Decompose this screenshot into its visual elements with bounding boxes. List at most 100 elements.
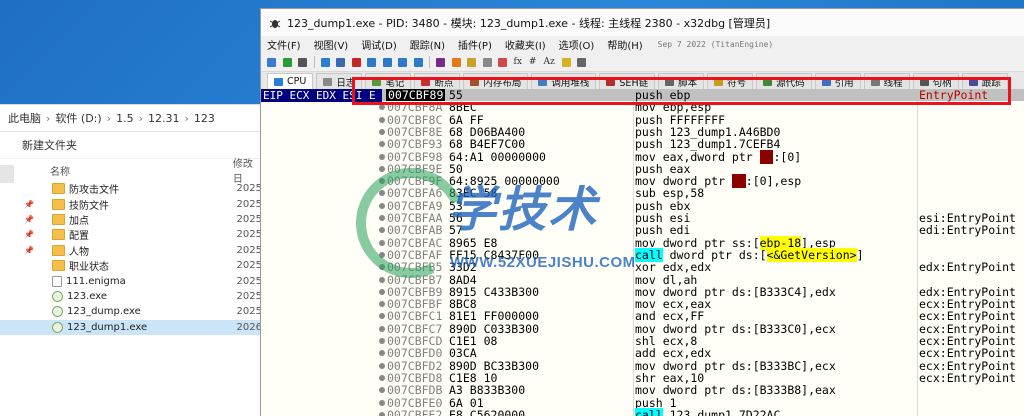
address: 007CBF98 — [387, 149, 443, 164]
toolbar-separator — [313, 56, 315, 68]
menu-debug[interactable]: 调试(D) — [361, 37, 397, 52]
run-icon[interactable] — [320, 57, 330, 67]
pin-icon[interactable]: 📌 — [24, 230, 34, 239]
breadcrumb-item[interactable]: 123 — [194, 112, 215, 125]
bulb-icon[interactable] — [561, 57, 571, 67]
list-item[interactable]: 防攻击文件 2025 — [0, 181, 262, 196]
breakpoint-dot[interactable] — [379, 399, 385, 406]
hash-icon[interactable]: # — [529, 57, 537, 67]
step-into-icon[interactable] — [367, 57, 376, 67]
pencil-icon[interactable] — [451, 57, 461, 67]
list-item[interactable]: 111.enigma 2025 — [0, 273, 262, 288]
file-date: 2025 — [236, 275, 262, 287]
comment: ecx:EntryPoint — [919, 346, 1016, 361]
window-title: 123_dump1.exe - PID: 3480 - 模块: 123_dump… — [287, 16, 771, 30]
pin-icon[interactable]: 📌 — [24, 200, 34, 209]
toolbar-separator — [429, 56, 430, 68]
breakpoint-dot[interactable] — [379, 116, 385, 123]
open-icon[interactable] — [267, 57, 276, 67]
breakpoint-dot[interactable] — [379, 325, 385, 332]
bytes: 03CA — [449, 346, 477, 361]
list-item[interactable]: 123_dump.exe 2025 — [0, 304, 262, 319]
address: 007CBFE0 — [387, 395, 443, 410]
heart-icon[interactable] — [498, 57, 507, 67]
breadcrumb-item[interactable]: 12.31 — [148, 112, 180, 125]
breakpoint-dot[interactable] — [379, 387, 385, 394]
pin-icon[interactable]: 📌 — [24, 215, 34, 224]
menu-file[interactable]: 文件(F) — [267, 37, 301, 52]
disasm-row[interactable]: 007CBFD0 03CA add ecx,edx ecx:EntryPoint — [261, 346, 1024, 361]
menu-trace[interactable]: 跟踪(N) — [410, 37, 445, 52]
disasm-row[interactable]: 007CBFC1 81E1 FF000000 and ecx,FF ecx:Entry… — [261, 310, 1024, 323]
restart-icon[interactable] — [282, 57, 292, 67]
breakpoint-dot[interactable] — [379, 374, 385, 381]
new-folder-button[interactable]: 新建文件夹 — [22, 137, 77, 153]
gear-icon[interactable] — [482, 57, 492, 67]
step-over-icon[interactable] — [382, 57, 392, 67]
pause-icon[interactable] — [336, 57, 345, 67]
bytes: 68 B4EF7C00 — [449, 137, 526, 152]
file-date: 2025 — [236, 229, 262, 241]
stop-icon[interactable] — [351, 57, 361, 67]
file-date: 2025 — [236, 306, 262, 318]
list-item[interactable]: 📌 配置 2025 — [0, 227, 262, 242]
file-name: 123_dump1.exe — [67, 321, 148, 333]
breadcrumb[interactable]: 此电脑 › 软件 (D:) › 1.5 › 12.31 › 123 — [0, 105, 262, 132]
file-date: 2025 — [236, 198, 262, 210]
list-item[interactable]: 123.exe 2025 — [0, 289, 262, 304]
menu-options[interactable]: 选项(O) — [559, 37, 595, 52]
nav-pane-selection[interactable] — [0, 165, 14, 183]
list-item[interactable]: 123_dump1.exe 2026 — [0, 319, 262, 335]
breadcrumb-item[interactable]: 软件 (D:) — [55, 110, 101, 126]
chevron-right-icon: › — [106, 111, 112, 125]
breakpoint-dot[interactable] — [379, 411, 385, 416]
breakpoint-dot[interactable] — [379, 104, 385, 111]
patch-icon[interactable] — [467, 57, 476, 67]
file-icon — [52, 275, 62, 287]
list-item[interactable]: 📌 人物 2025 — [0, 243, 262, 258]
list-item[interactable]: 📌 加点 2025 — [0, 212, 262, 227]
folder-icon — [52, 244, 65, 256]
menu-view[interactable]: 视图(V) — [314, 37, 349, 52]
title-bar[interactable]: 123_dump1.exe - PID: 3480 - 模块: 123_dump… — [261, 9, 1024, 36]
bytes: 64:A1 00000000 — [449, 149, 546, 164]
breakpoint-dot[interactable] — [379, 362, 385, 369]
menu-help[interactable]: 帮助(H) — [607, 37, 642, 52]
bytes: A3 B833B300 — [449, 383, 526, 398]
exe-icon — [52, 290, 63, 302]
disasm-row[interactable]: 007CBFDB A3 B833B300 mov dword ptr ds:[B33… — [261, 384, 1024, 396]
calculator-icon[interactable] — [577, 57, 587, 67]
breakpoint-dot[interactable] — [379, 338, 385, 344]
column-header-name[interactable]: 名称 — [50, 163, 233, 178]
run-to-user-icon[interactable] — [413, 57, 423, 67]
breadcrumb-item[interactable]: 1.5 — [116, 112, 134, 125]
disasm-row[interactable]: 007CBF98 64:A1 00000000 mov eax,dword ptr … — [261, 149, 1024, 164]
comment: edi:EntryPoint — [919, 223, 1016, 238]
file-date: 2025 — [236, 213, 262, 225]
list-item[interactable]: 职业状态 2025 — [0, 258, 262, 273]
breakpoint-dot[interactable] — [379, 141, 385, 148]
menu-plugins[interactable]: 插件(P) — [458, 37, 492, 52]
close-icon[interactable] — [298, 57, 307, 67]
tab-cpu[interactable]: CPU — [267, 73, 314, 89]
trace-icon[interactable] — [436, 57, 445, 67]
breadcrumb-item[interactable]: 此电脑 — [8, 110, 41, 126]
step-out-icon[interactable] — [398, 57, 407, 67]
font-icon[interactable]: Az — [543, 57, 554, 67]
disasm-row[interactable]: 007CBFE0 6A 01 push 1 — [261, 395, 1024, 410]
function-icon[interactable]: fx — [514, 57, 522, 67]
menu-favourites[interactable]: 收藏夹(I) — [505, 37, 546, 52]
disasm-row[interactable]: 007CBF93 68 B4EF7C00 push 123_dump1.7CEFB4 — [261, 138, 1024, 150]
breakpoint-dot[interactable] — [379, 153, 385, 160]
breakpoint-dot[interactable] — [379, 350, 385, 357]
breakpoint-dot[interactable] — [379, 288, 385, 295]
file-name: 123_dump.exe — [67, 306, 141, 318]
breakpoint-dot[interactable] — [379, 128, 385, 135]
file-name: 防攻击文件 — [69, 185, 119, 197]
breakpoint-dot[interactable] — [379, 301, 385, 308]
list-item[interactable]: 📌 技防文件 2025 — [0, 196, 262, 212]
build-info: Sep 7 2022 (TitanEngine) — [657, 40, 774, 49]
comment: ecx:EntryPoint — [919, 370, 1016, 385]
pin-icon[interactable]: 📌 — [24, 246, 34, 255]
breakpoint-dot[interactable] — [379, 313, 385, 320]
